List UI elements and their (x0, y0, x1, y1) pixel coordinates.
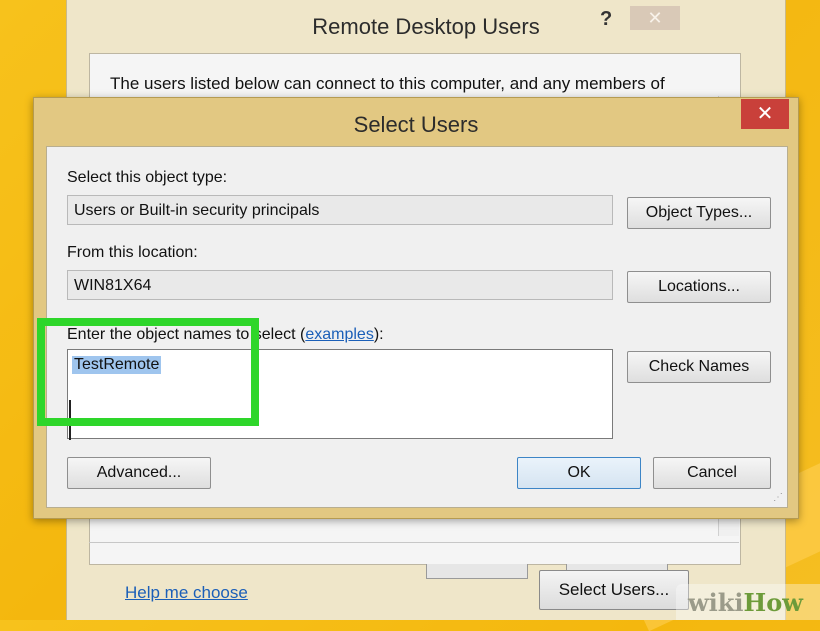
dialog-title: Select Users (353, 112, 479, 137)
help-me-choose-link[interactable]: Help me choose (125, 583, 248, 603)
advanced-button[interactable]: Advanced... (67, 457, 211, 489)
object-type-label: Select this object type: (67, 169, 228, 186)
divider (89, 542, 739, 543)
watermark-logo: wikiHow (688, 588, 803, 617)
select-users-dialog: Select Users ✕ Select this object type: … (33, 97, 799, 519)
watermark-part2: How (743, 588, 803, 617)
description-text: The users listed below can connect to th… (110, 74, 665, 93)
highlight-box (37, 318, 259, 426)
object-type-field: Users or Built-in security principals (67, 195, 613, 225)
watermark: wikiHow (676, 584, 820, 620)
check-names-button[interactable]: Check Names (627, 351, 771, 383)
resize-grip-icon[interactable]: ⋰ (773, 493, 783, 503)
hidden-add-button[interactable] (426, 564, 528, 579)
close-button[interactable]: ✕ (741, 99, 789, 129)
object-types-button[interactable]: Object Types... (627, 197, 771, 229)
close-button[interactable]: ✕ (630, 6, 680, 30)
watermark-part1: wiki (688, 588, 744, 617)
locations-button[interactable]: Locations... (627, 271, 771, 303)
location-label: From this location: (67, 244, 198, 261)
label-suffix: ): (373, 326, 384, 343)
examples-link[interactable]: examples (305, 326, 373, 343)
ok-button[interactable]: OK (517, 457, 641, 489)
location-field: WIN81X64 (67, 270, 613, 300)
help-button[interactable]: ? (600, 8, 612, 31)
select-users-button[interactable]: Select Users... (539, 570, 689, 610)
cancel-button[interactable]: Cancel (653, 457, 771, 489)
